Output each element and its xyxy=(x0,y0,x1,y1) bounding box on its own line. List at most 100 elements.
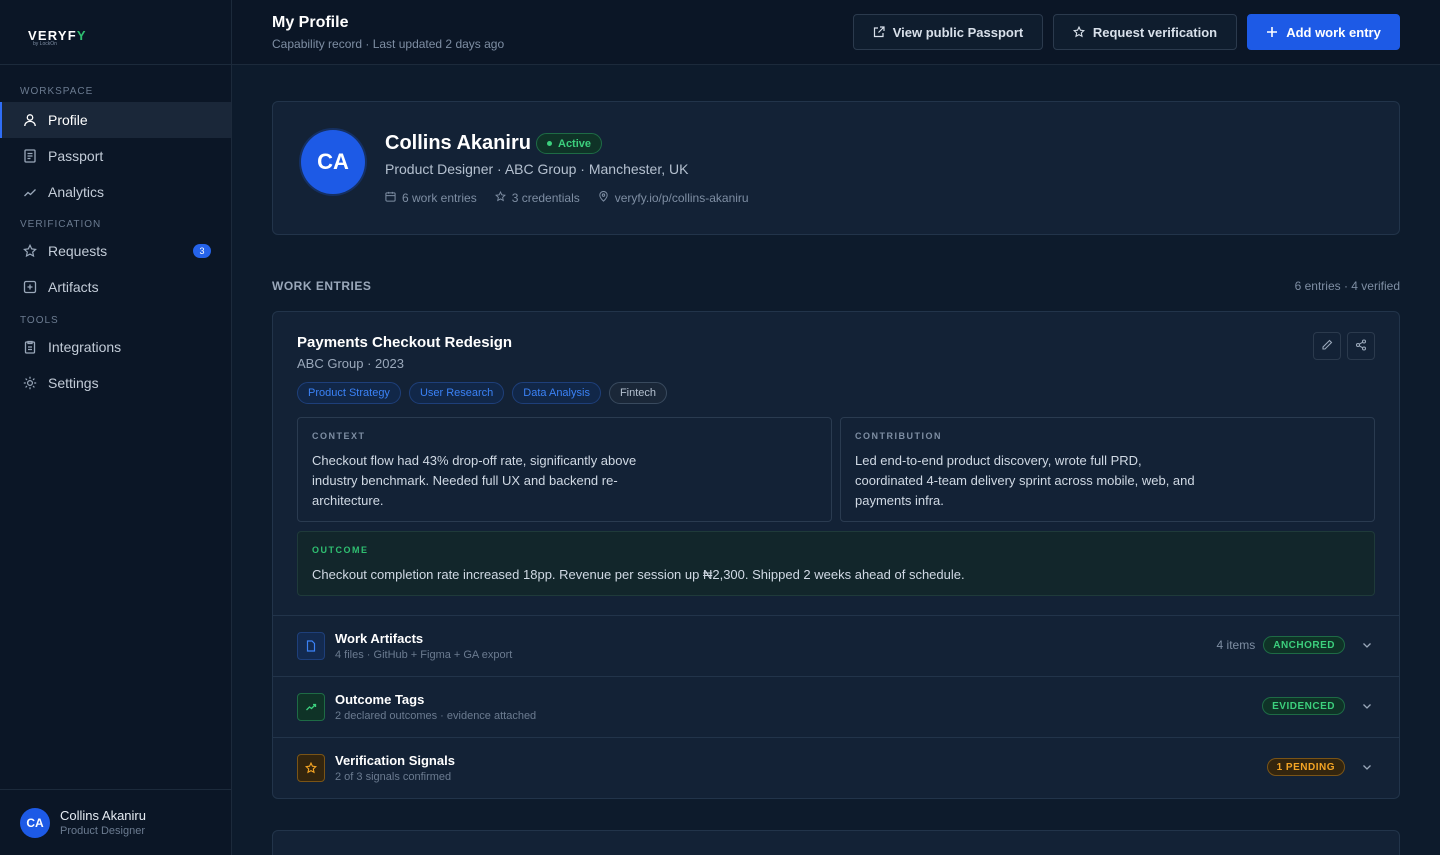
status-badge: 1 PENDING xyxy=(1266,758,1345,776)
work-entries-count: 6 work entries xyxy=(402,191,477,205)
next-work-entry-card xyxy=(272,830,1400,855)
user-role: Product Designer xyxy=(60,825,145,837)
row-status-group: 1 PENDING xyxy=(1266,758,1375,776)
chevron-down-icon[interactable] xyxy=(1359,759,1375,775)
logo-subtitle: by LockOn xyxy=(33,41,57,47)
document-icon xyxy=(22,148,38,164)
plus-square-icon xyxy=(22,279,38,295)
row-subtitle: 2 of 3 signals confirmed xyxy=(335,771,452,783)
sidebar-item-label: Profile xyxy=(48,112,88,128)
sidebar-item-label: Analytics xyxy=(48,184,105,200)
work-entry-subtitle: ABC Group · 2023 xyxy=(297,356,404,371)
share-button[interactable] xyxy=(1347,332,1375,360)
status-badge: EVIDENCED xyxy=(1262,697,1345,715)
work-entries-heading: WORK ENTRIES xyxy=(272,279,372,293)
row-subtitle: 4 files · GitHub + Figma + GA export xyxy=(335,649,513,661)
trend-icon xyxy=(297,693,325,721)
chevron-down-icon[interactable] xyxy=(1359,637,1375,653)
profile-url-meta[interactable]: veryfy.io/p/collins-akaniru xyxy=(598,190,749,205)
work-artifacts-row[interactable]: Work Artifacts 4 files · GitHub + Figma … xyxy=(273,615,1399,676)
page-subtitle: Capability record · Last updated 2 days … xyxy=(272,37,505,51)
work-entry-card: Payments Checkout Redesign ABC Group · 2… xyxy=(272,311,1400,799)
pencil-icon xyxy=(1321,339,1333,354)
profile-avatar: CA xyxy=(301,130,365,194)
nav-section-workspace: WORKSPACE xyxy=(20,86,94,97)
avatar: CA xyxy=(20,807,50,838)
trend-icon xyxy=(22,184,38,200)
logo[interactable]: VERYFY by LockOn xyxy=(0,0,231,65)
clipboard-icon xyxy=(22,339,38,355)
nav-section-tools: TOOLS xyxy=(20,315,59,326)
tag-product-strategy[interactable]: Product Strategy xyxy=(297,382,401,404)
outcome-tags-row[interactable]: Outcome Tags 2 declared outcomes · evide… xyxy=(273,676,1399,737)
sidebar-item-analytics[interactable]: Analytics xyxy=(0,174,231,210)
add-work-entry-label: Add work entry xyxy=(1286,24,1381,40)
profile-url: veryfy.io/p/collins-akaniru xyxy=(614,191,749,205)
contribution-box: CONTRIBUTION Led end-to-end product disc… xyxy=(840,417,1375,522)
requests-count-badge: 3 xyxy=(193,244,211,258)
row-title: Verification Signals xyxy=(335,753,455,768)
row-title: Work Artifacts xyxy=(335,631,424,646)
tag-data-analysis[interactable]: Data Analysis xyxy=(512,382,601,404)
sidebar-item-integrations[interactable]: Integrations xyxy=(0,329,231,365)
profile-meta: 6 work entries 3 credentials veryfy.io/p… xyxy=(385,190,749,205)
view-public-passport-label: View public Passport xyxy=(892,24,1024,40)
sidebar-item-label: Artifacts xyxy=(48,279,99,295)
verification-signals-row[interactable]: Verification Signals 2 of 3 signals conf… xyxy=(273,737,1399,798)
top-bar: My Profile Capability record · Last upda… xyxy=(232,0,1440,65)
request-verification-label: Request verification xyxy=(1092,24,1218,40)
outcome-label: OUTCOME xyxy=(312,545,369,555)
main-content: CA Collins Akaniru Active Product Design… xyxy=(232,65,1440,855)
tag-user-research[interactable]: User Research xyxy=(408,382,505,404)
contribution-text: Led end-to-end product discovery, wrote … xyxy=(855,453,1195,508)
row-status-group: 4 items ANCHORED xyxy=(1217,636,1375,654)
sidebar: VERYFY by LockOn WORKSPACE Profile Passp… xyxy=(0,0,232,855)
status-badge: ANCHORED xyxy=(1263,636,1345,654)
status-badge-label: Active xyxy=(558,137,592,150)
outcome-text: Checkout completion rate increased 18pp.… xyxy=(312,567,965,582)
star-icon xyxy=(22,243,38,259)
sidebar-user[interactable]: CA Collins Akaniru Product Designer xyxy=(0,789,231,855)
tag-list: Product Strategy User Research Data Anal… xyxy=(297,382,668,404)
external-link-icon xyxy=(873,26,885,38)
sidebar-item-label: Settings xyxy=(48,375,99,391)
row-subtitle: 2 declared outcomes · evidence attached xyxy=(335,710,537,722)
sidebar-item-label: Integrations xyxy=(48,339,122,355)
row-title: Outcome Tags xyxy=(335,692,425,707)
work-entries-count: 6 entries · 4 verified xyxy=(1294,279,1400,293)
profile-role-line: Product Designer · ABC Group · Mancheste… xyxy=(385,161,689,177)
context-text: Checkout flow had 43% drop-off rate, sig… xyxy=(312,453,637,508)
sidebar-item-artifacts[interactable]: Artifacts xyxy=(0,269,231,305)
status-dot-icon xyxy=(547,141,552,146)
contribution-label: CONTRIBUTION xyxy=(855,431,942,441)
location-pin-icon xyxy=(598,190,609,205)
sidebar-item-profile[interactable]: Profile xyxy=(0,102,231,138)
plus-icon xyxy=(1266,26,1278,38)
add-work-entry-button[interactable]: Add work entry xyxy=(1247,14,1400,50)
tag-fintech[interactable]: Fintech xyxy=(608,382,668,404)
user-icon xyxy=(22,112,38,128)
context-label: CONTEXT xyxy=(312,431,366,441)
star-icon xyxy=(297,754,325,782)
sidebar-item-label: Requests xyxy=(48,243,108,259)
view-public-passport-button[interactable]: View public Passport xyxy=(853,14,1043,50)
nav-section-verification: VERIFICATION xyxy=(20,219,102,230)
sidebar-item-settings[interactable]: Settings xyxy=(0,365,231,401)
sun-gear-icon xyxy=(22,375,38,391)
sidebar-item-label: Passport xyxy=(48,148,104,164)
outcome-box: OUTCOME Checkout completion rate increas… xyxy=(297,531,1375,596)
status-badge: Active xyxy=(536,133,603,154)
sidebar-item-requests[interactable]: Requests 3 xyxy=(0,233,231,269)
file-icon xyxy=(297,632,325,660)
calendar-icon xyxy=(385,191,396,205)
chevron-down-icon[interactable] xyxy=(1359,698,1375,714)
work-entries-meta: 6 work entries xyxy=(385,191,477,205)
sidebar-item-passport[interactable]: Passport xyxy=(0,138,231,174)
request-verification-button[interactable]: Request verification xyxy=(1053,14,1237,50)
star-icon xyxy=(494,190,506,205)
credentials-count: 3 credentials xyxy=(511,191,580,205)
user-name: Collins Akaniru xyxy=(60,808,146,823)
credentials-meta: 3 credentials xyxy=(494,190,580,205)
edit-button[interactable] xyxy=(1313,332,1341,360)
profile-name: Collins Akaniru xyxy=(385,132,531,154)
